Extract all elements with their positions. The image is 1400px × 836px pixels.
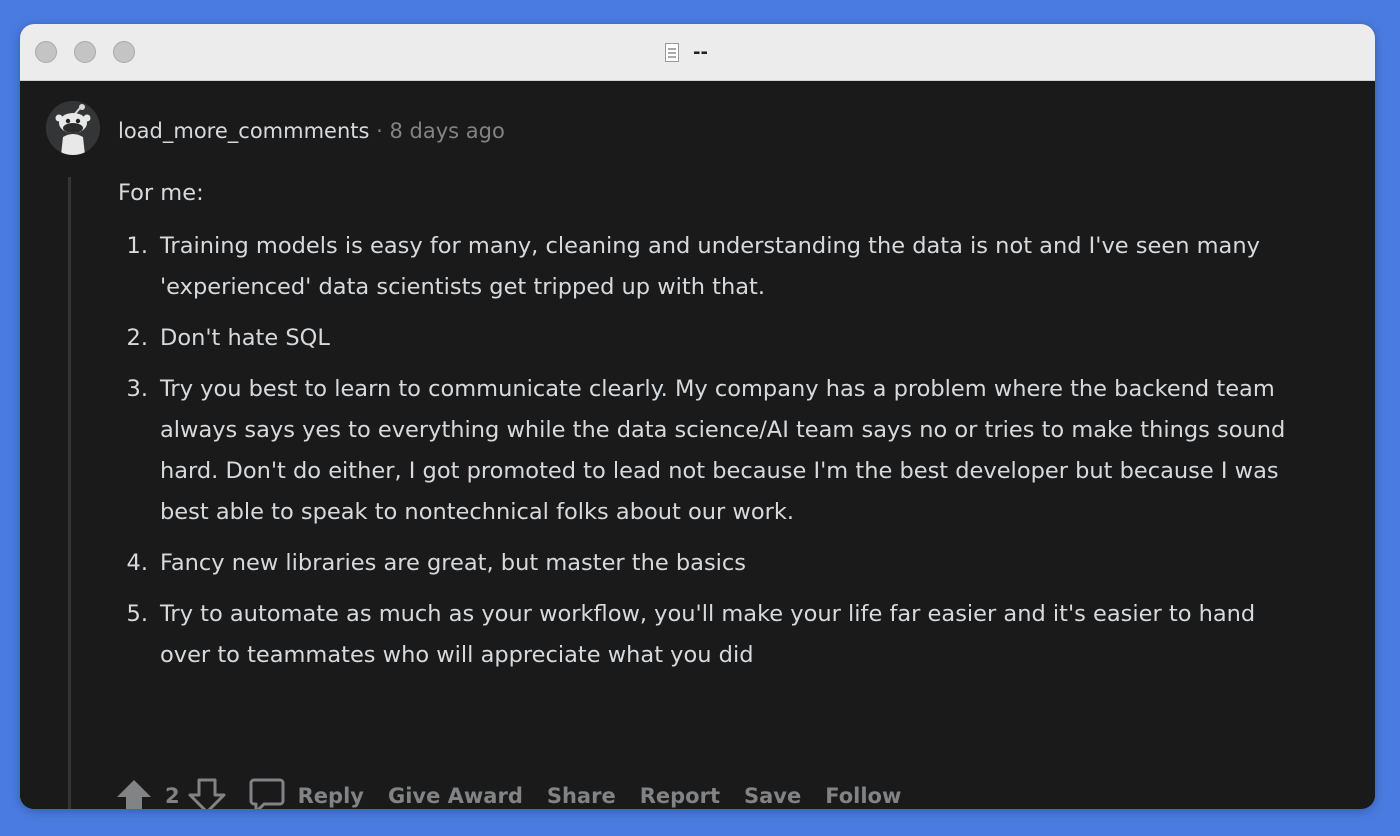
list-item-number: 3.	[126, 376, 148, 402]
title-group: --	[665, 38, 708, 66]
list-item: 5. Try to automate as much as your workfl…	[118, 594, 1308, 676]
thread-collapse-line[interactable]	[68, 177, 71, 809]
list-item-number: 5.	[126, 601, 148, 627]
list-item-text: Try you best to learn to communicate cle…	[160, 376, 1286, 525]
save-button[interactable]: Save	[744, 784, 801, 808]
downvote-button[interactable]	[188, 778, 226, 809]
comment-panel: load_more_commments · 8 days ago For me:…	[20, 81, 1375, 809]
comment-intro: For me:	[118, 180, 204, 206]
list-item-number: 2.	[126, 325, 148, 351]
reply-button[interactable]: Reply	[248, 777, 364, 809]
share-button[interactable]: Share	[547, 784, 616, 808]
comment-bubble-icon	[249, 778, 285, 809]
upvote-button[interactable]	[115, 778, 153, 809]
comment-action-bar: 2 Reply Give Award Share Report Save Fol…	[115, 771, 925, 809]
list-item: 1. Training models is easy for many, clea…	[118, 226, 1308, 308]
list-item-number: 4.	[126, 550, 148, 576]
list-item-text: Try to automate as much as your workflow…	[160, 601, 1256, 668]
document-icon	[665, 42, 679, 62]
give-award-button[interactable]: Give Award	[388, 784, 523, 808]
list-item: 2. Don't hate SQL	[118, 318, 1308, 359]
comment-header: load_more_commments · 8 days ago	[118, 119, 505, 143]
downvote-arrow-icon	[188, 778, 226, 809]
comment-timestamp[interactable]: 8 days ago	[390, 119, 505, 143]
author-username[interactable]: load_more_commments	[118, 119, 369, 143]
browser-window: -- load_more_commments · 8 days ago For …	[20, 24, 1375, 809]
comment-body: For me: 1. Training models is easy for ma…	[118, 173, 1308, 686]
list-item-text: Don't hate SQL	[160, 325, 330, 351]
list-item-text: Training models is easy for many, cleani…	[160, 233, 1260, 300]
list-item: 4. Fancy new libraries are great, but mas…	[118, 543, 1308, 584]
follow-button[interactable]: Follow	[825, 784, 901, 808]
list-item: 3. Try you best to learn to communicate c…	[118, 369, 1308, 533]
close-window-button[interactable]	[35, 41, 57, 63]
zoom-window-button[interactable]	[113, 41, 135, 63]
snoo-avatar-icon	[46, 101, 100, 155]
vote-count: 2	[165, 784, 180, 808]
title-bar: --	[20, 24, 1375, 81]
list-item-number: 1.	[126, 233, 148, 259]
list-item-text: Fancy new libraries are great, but maste…	[160, 550, 747, 576]
reply-label: Reply	[297, 784, 364, 808]
window-title: --	[693, 41, 708, 63]
upvote-arrow-icon	[117, 780, 151, 809]
header-separator: ·	[376, 119, 383, 143]
comment-list: 1. Training models is easy for many, clea…	[118, 226, 1308, 676]
avatar[interactable]	[46, 101, 100, 155]
minimize-window-button[interactable]	[74, 41, 96, 63]
report-button[interactable]: Report	[640, 784, 720, 808]
